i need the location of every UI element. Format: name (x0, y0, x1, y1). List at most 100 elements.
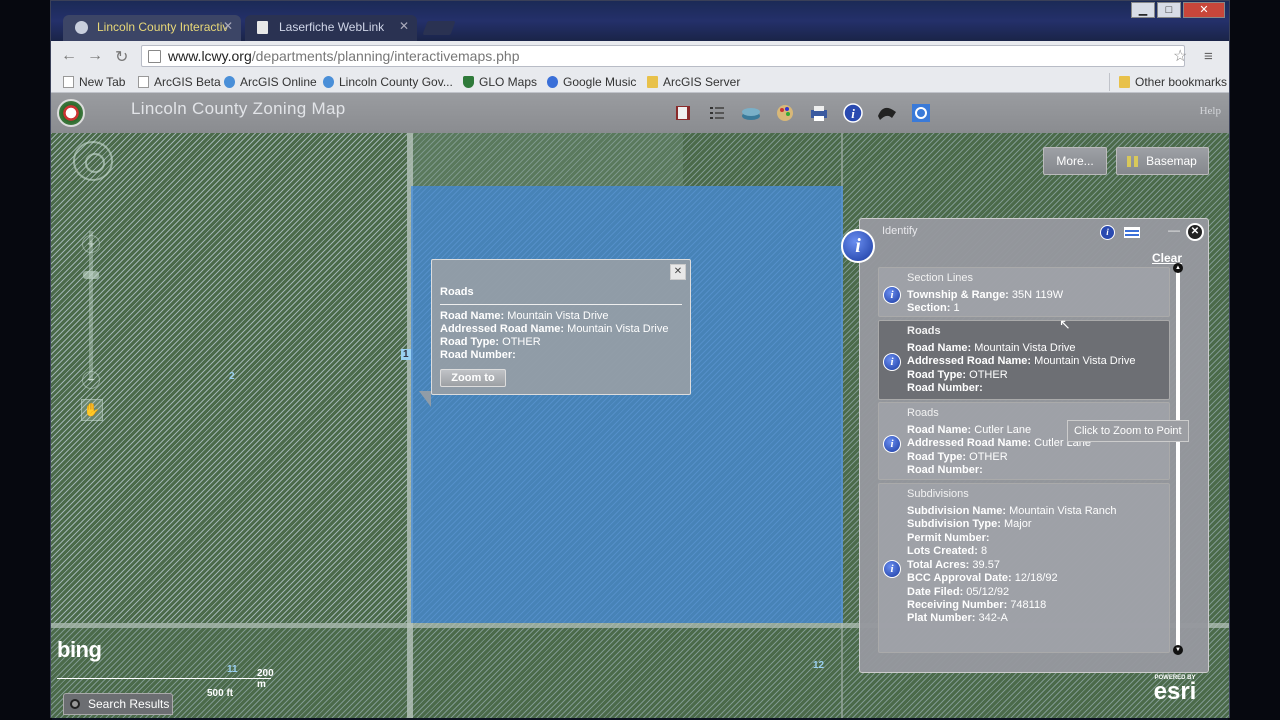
draw-icon[interactable] (875, 101, 899, 125)
browser-window: Lincoln County Interactiv ✕ Laserfiche W… (50, 0, 1230, 718)
result-card[interactable]: i Subdivisions Subdivision Name: Mountai… (878, 483, 1170, 653)
zoom-out-button[interactable]: − (82, 371, 100, 389)
esri-logo: POWERED BY esri (1145, 675, 1205, 705)
other-bookmarks[interactable]: Other bookmarks (1119, 75, 1227, 89)
selected-parcel[interactable] (411, 186, 843, 623)
layers-icon[interactable] (739, 101, 763, 125)
scroll-up-icon[interactable]: ▲ (1173, 263, 1183, 273)
close-window-button[interactable]: ✕ (1183, 2, 1225, 18)
tab-label: Laserfiche WebLink (279, 20, 385, 34)
bookmark-arcgis-server[interactable]: ArcGIS Server (647, 75, 740, 89)
info-icon[interactable]: i (883, 435, 901, 453)
pan-control[interactable] (73, 141, 113, 181)
bookmark-lincoln-county[interactable]: Lincoln County Gov... (323, 75, 453, 89)
result-field: Township & Range: 35N 119W (907, 289, 1064, 301)
table-icon[interactable] (1124, 227, 1140, 238)
search-results-tab[interactable]: Search Results (63, 693, 173, 715)
info-icon[interactable]: i (883, 353, 901, 371)
divider (440, 304, 682, 305)
more-button[interactable]: More... (1043, 147, 1107, 175)
settings-icon[interactable] (909, 101, 933, 125)
bookmark-label: ArcGIS Beta (154, 75, 221, 89)
url-domain: www.lcwy.org (168, 48, 252, 64)
esri-wordmark: esri (1153, 678, 1197, 705)
list-icon[interactable] (705, 101, 729, 125)
zoom-slider-handle[interactable] (83, 271, 99, 279)
palette-icon[interactable] (773, 101, 797, 125)
menu-icon[interactable]: ≡ (1204, 48, 1213, 65)
bookmark-label: New Tab (79, 75, 126, 89)
bookmark-label: ArcGIS Server (663, 75, 741, 89)
book-icon[interactable] (671, 101, 695, 125)
back-icon[interactable]: ← (61, 47, 77, 65)
tab-lincoln-county[interactable]: Lincoln County Interactiv ✕ (63, 15, 241, 41)
bookmarks-bar: New Tab ArcGIS Beta ArcGIS Online Lincol… (51, 71, 1229, 93)
county-seal-logo (57, 99, 85, 127)
result-card[interactable]: i Roads Road Name: Mountain Vista Drive … (878, 320, 1170, 400)
reload-icon[interactable]: ↻ (115, 47, 128, 67)
new-tab-button[interactable] (422, 21, 456, 35)
tool-bar: i (671, 101, 933, 125)
info-icon[interactable]: i (883, 560, 901, 578)
bookmark-label: Lincoln County Gov... (339, 75, 453, 89)
basemap-label: Basemap (1146, 154, 1197, 168)
zoom-to-button[interactable]: Zoom to (440, 369, 506, 387)
minimize-button[interactable]: ▁ (1131, 2, 1155, 18)
page-icon (138, 76, 149, 88)
bookmark-arcgis-beta[interactable]: ArcGIS Beta (138, 75, 221, 89)
address-bar[interactable]: www.lcwy.org/departments/planning/intera… (141, 45, 1185, 67)
map-navigation: + − ✋ (73, 141, 113, 471)
map-canvas[interactable]: 2 1 11 12 + − ✋ More... Basemap ✕ Roads (51, 133, 1229, 718)
close-icon[interactable]: ✕ (1186, 223, 1204, 241)
pan-hand-icon[interactable]: ✋ (81, 399, 103, 421)
bookmark-arcgis-online[interactable]: ArcGIS Online (224, 75, 317, 89)
print-icon[interactable] (807, 101, 831, 125)
help-link[interactable]: Help (1200, 105, 1221, 117)
info-icon[interactable]: i (883, 286, 901, 304)
bookmark-label: GLO Maps (479, 75, 538, 89)
grid-icon (1127, 156, 1138, 167)
google-icon (547, 76, 558, 88)
bookmark-glo-maps[interactable]: GLO Maps (463, 75, 537, 89)
screen: Lincoln County Interactiv ✕ Laserfiche W… (0, 0, 1280, 720)
result-field: Total Acres: 39.57 (907, 559, 1000, 571)
result-field: Lots Created: 8 (907, 545, 988, 557)
result-field: Subdivision Type: Major (907, 518, 1032, 530)
info-icon[interactable]: i (1100, 225, 1115, 240)
url-path: /departments/planning/interactivemaps.ph… (251, 48, 520, 64)
result-field: BCC Approval Date: 12/18/92 (907, 572, 1058, 584)
popup-pointer (419, 391, 431, 407)
close-icon[interactable]: ✕ (670, 264, 686, 280)
desktop-background (0, 0, 52, 720)
result-layer: Roads (907, 325, 941, 337)
zoom-slider[interactable] (89, 231, 93, 381)
forward-icon[interactable]: → (87, 47, 103, 65)
close-tab-icon[interactable]: ✕ (399, 19, 409, 33)
result-field: Road Type: OTHER (907, 451, 1008, 463)
bookmark-star-icon[interactable]: ☆ (1173, 46, 1187, 66)
scroll-down-icon[interactable]: ▼ (1173, 645, 1183, 655)
close-tab-icon[interactable]: ✕ (223, 19, 233, 33)
bookmark-label: ArcGIS Online (240, 75, 317, 89)
result-field: Road Number: (907, 464, 983, 476)
globe-icon (323, 76, 334, 88)
result-layer: Roads (907, 407, 939, 419)
tab-laserfiche[interactable]: Laserfiche WebLink ✕ (245, 15, 417, 41)
minimize-icon[interactable]: — (1168, 223, 1180, 237)
bookmark-new-tab[interactable]: New Tab (63, 75, 125, 89)
svg-text:i: i (851, 106, 855, 121)
result-field: Addressed Road Name: Mountain Vista Driv… (907, 355, 1136, 367)
bookmark-google-music[interactable]: Google Music (547, 75, 636, 89)
scale-line (57, 678, 271, 679)
divider (1109, 73, 1110, 91)
scrollbar[interactable] (1176, 267, 1180, 653)
page-icon (63, 76, 74, 88)
zoom-in-button[interactable]: + (82, 235, 100, 253)
maximize-button[interactable]: □ (1157, 2, 1181, 18)
result-card[interactable]: i Section Lines Township & Range: 35N 11… (878, 267, 1170, 317)
info-icon[interactable]: i (841, 101, 865, 125)
result-field: Road Name: Cutler Lane (907, 424, 1032, 436)
bookmark-label: Other bookmarks (1135, 75, 1228, 89)
basemap-button[interactable]: Basemap (1116, 147, 1209, 175)
bookmark-label: Google Music (563, 75, 637, 89)
